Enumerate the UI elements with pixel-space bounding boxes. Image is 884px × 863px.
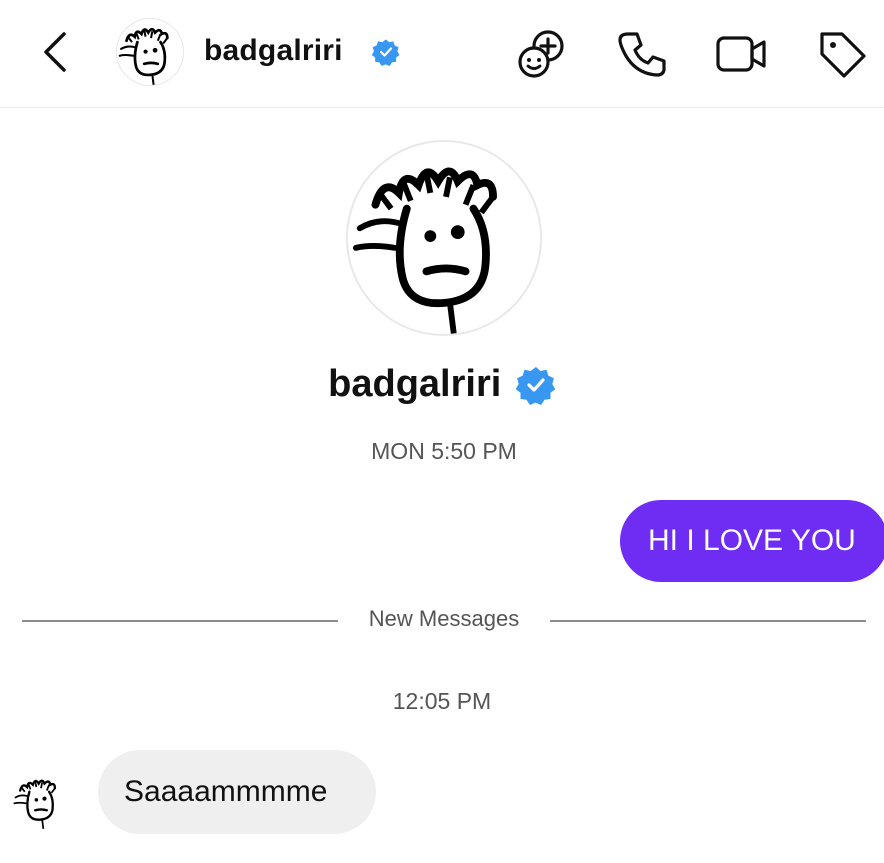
incoming-message-bubble[interactable]: Saaaammmme xyxy=(98,750,376,834)
doodle-avatar-icon xyxy=(348,142,542,336)
verified-badge-icon xyxy=(516,365,556,405)
tag-icon[interactable] xyxy=(814,26,870,82)
verified-badge-icon xyxy=(372,38,400,66)
profile-avatar[interactable] xyxy=(346,140,542,336)
message-timestamp: MON 5:50 PM xyxy=(371,438,517,464)
profile-username: badgalriri xyxy=(328,363,502,406)
chat-header: badgalriri xyxy=(0,0,884,108)
doodle-avatar-icon xyxy=(117,19,184,86)
outgoing-message-bubble[interactable]: HI I LOVE YOU xyxy=(620,500,884,582)
profile-username-row[interactable]: badgalriri xyxy=(0,362,884,406)
sender-avatar[interactable] xyxy=(12,772,70,830)
divider-line-right xyxy=(550,620,866,622)
new-messages-label: New Messages xyxy=(368,606,520,631)
effects-icon[interactable] xyxy=(514,26,570,82)
header-avatar[interactable] xyxy=(116,18,184,86)
back-chevron-icon[interactable] xyxy=(36,30,76,74)
phone-icon[interactable] xyxy=(614,26,670,82)
header-username[interactable]: badgalriri xyxy=(204,34,343,68)
doodle-avatar-icon xyxy=(12,772,70,830)
video-camera-icon[interactable] xyxy=(714,26,770,82)
new-messages-divider: New Messages xyxy=(0,604,884,638)
message-timestamp: 12:05 PM xyxy=(392,688,492,714)
divider-line-left xyxy=(22,620,338,622)
